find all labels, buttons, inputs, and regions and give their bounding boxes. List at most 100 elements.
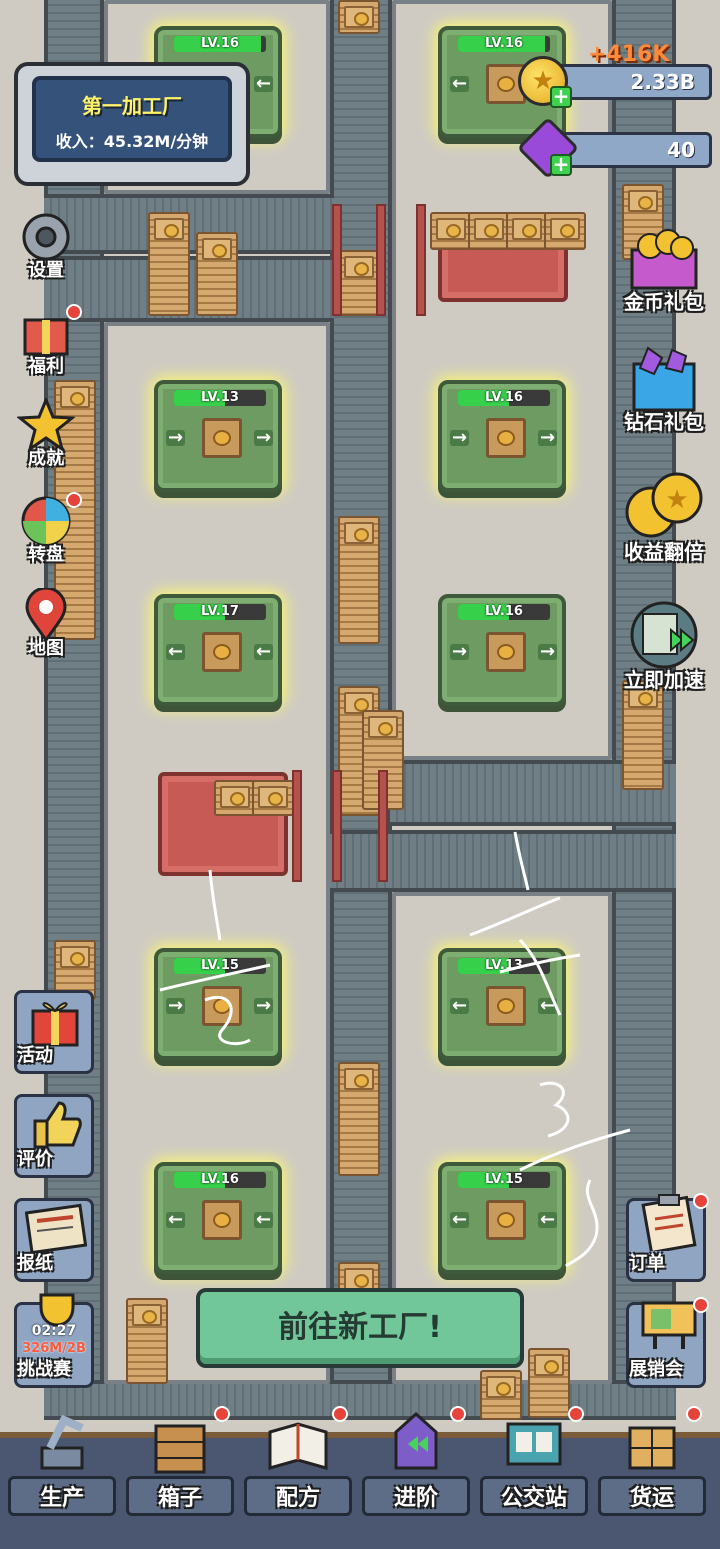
add-gems-button[interactable]: + bbox=[550, 154, 572, 176]
coin-pack-button[interactable]: 金币礼包 bbox=[612, 228, 716, 315]
nav-label: 进阶 bbox=[393, 1486, 438, 1511]
rate-label: 评价 bbox=[17, 1149, 53, 1170]
achievement-button[interactable]: 成就 bbox=[6, 396, 86, 470]
recipe-book-icon bbox=[268, 1422, 328, 1470]
gem-amount: 40 bbox=[667, 138, 695, 162]
double-income-button[interactable]: ★ 收益翻倍 bbox=[612, 468, 716, 565]
arrow-right-icon: → bbox=[450, 641, 470, 662]
arrow-right-icon: → bbox=[254, 427, 274, 448]
factory-name: 第一加工厂 bbox=[82, 94, 182, 118]
crate-stack[interactable] bbox=[126, 1298, 168, 1384]
level-bar: LV.16 bbox=[458, 604, 550, 620]
robot-arm-icon bbox=[40, 1414, 84, 1470]
crate-icon bbox=[154, 1424, 206, 1474]
nav-tab-0[interactable]: 生产 bbox=[4, 1400, 120, 1540]
machine-product bbox=[202, 986, 242, 1026]
notification-dot bbox=[568, 1406, 584, 1422]
production-machine[interactable]: LV.15 → → bbox=[154, 948, 282, 1060]
arrow-left-icon: ← bbox=[254, 1209, 274, 1230]
svg-text:★: ★ bbox=[665, 485, 688, 515]
welfare-button[interactable]: 福利 bbox=[6, 304, 86, 378]
crate-stack[interactable] bbox=[338, 0, 380, 34]
newspaper-label: 报纸 bbox=[17, 1253, 53, 1274]
notification-dot bbox=[686, 1406, 702, 1422]
level-bar: LV.13 bbox=[174, 390, 266, 406]
factory-info-panel[interactable]: 第一加工厂 收入：45.32M/分钟 bbox=[14, 62, 250, 186]
machine-level: LV.16 bbox=[485, 604, 523, 619]
machine-product bbox=[202, 418, 242, 458]
gem-pack-button[interactable]: 钻石礼包 bbox=[612, 344, 716, 435]
add-coins-button[interactable]: + bbox=[550, 86, 572, 108]
machine-product bbox=[486, 418, 526, 458]
arrow-left-icon: ← bbox=[450, 995, 470, 1016]
pipe bbox=[332, 770, 342, 882]
go-new-factory-button[interactable]: 前往新工厂! bbox=[196, 1288, 524, 1368]
gem-chest-icon bbox=[624, 344, 704, 412]
pipe bbox=[332, 204, 342, 316]
upgrade-icon bbox=[394, 1411, 438, 1470]
speed-up-icon bbox=[621, 600, 707, 670]
crate-stack[interactable] bbox=[148, 212, 190, 316]
arrow-left-icon: ← bbox=[254, 641, 274, 662]
machine-level: LV.17 bbox=[201, 604, 239, 619]
production-machine[interactable]: LV.15 ← ← bbox=[438, 1162, 566, 1274]
crate-stack[interactable] bbox=[338, 516, 380, 644]
rate-button[interactable]: 评价 bbox=[14, 1094, 94, 1178]
orders-button[interactable]: 订单 bbox=[626, 1193, 709, 1282]
pipe bbox=[378, 770, 388, 882]
crate-stack[interactable] bbox=[622, 680, 664, 790]
billboard-icon bbox=[641, 1301, 697, 1349]
newspaper-button[interactable]: 报纸 bbox=[14, 1198, 94, 1282]
level-bar: LV.16 bbox=[174, 1172, 266, 1188]
crate-stack[interactable] bbox=[196, 232, 238, 316]
machine-level: LV.16 bbox=[485, 36, 523, 51]
challenge-button[interactable]: 02:27 326M/2B 挑战赛 bbox=[14, 1293, 94, 1388]
level-bar: LV.15 bbox=[458, 1172, 550, 1188]
machine-level: LV.15 bbox=[201, 958, 239, 973]
notification-dot bbox=[66, 304, 82, 320]
map-button[interactable]: 地图 bbox=[6, 586, 86, 660]
nav-tab-4[interactable]: 公交站 bbox=[476, 1400, 592, 1540]
gear-icon bbox=[17, 210, 75, 264]
wheel-button[interactable]: 转盘 bbox=[6, 492, 86, 566]
production-machine[interactable]: LV.13 → → bbox=[154, 380, 282, 492]
crate-stack[interactable] bbox=[338, 250, 380, 316]
production-machine[interactable]: LV.16 → → bbox=[438, 380, 566, 492]
expo-button[interactable]: 展销会 bbox=[626, 1297, 709, 1388]
pipe bbox=[416, 204, 426, 316]
production-machine[interactable]: LV.13 ← ← bbox=[438, 948, 566, 1060]
nav-tab-2[interactable]: 配方 bbox=[240, 1400, 356, 1540]
arrow-right-icon: → bbox=[450, 427, 470, 448]
arrow-left-icon: ← bbox=[450, 1209, 470, 1230]
arrow-left-icon: ← bbox=[538, 1209, 558, 1230]
level-bar: LV.16 bbox=[174, 36, 266, 52]
arrow-left-icon: ← bbox=[166, 1209, 186, 1230]
machine-product bbox=[486, 632, 526, 672]
orders-label: 订单 bbox=[629, 1253, 665, 1274]
combiner-input bbox=[468, 212, 510, 250]
nav-tab-3[interactable]: 进阶 bbox=[358, 1400, 474, 1540]
level-bar: LV.15 bbox=[174, 958, 266, 974]
factory-screen: 第一加工厂 收入：45.32M/分钟 bbox=[32, 76, 232, 162]
machine-product bbox=[202, 632, 242, 672]
nav-label: 公交站 bbox=[500, 1486, 567, 1511]
settings-button[interactable]: 设置 bbox=[6, 210, 86, 282]
notification-dot bbox=[693, 1297, 709, 1313]
nav-label: 配方 bbox=[275, 1486, 320, 1511]
event-button[interactable]: 活动 bbox=[14, 990, 94, 1074]
production-machine[interactable]: LV.16 ← ← bbox=[154, 1162, 282, 1274]
nav-tab-5[interactable]: 货运 bbox=[594, 1400, 710, 1540]
clipboard-icon bbox=[641, 1194, 697, 1251]
event-label: 活动 bbox=[17, 1045, 53, 1066]
crate-stack[interactable] bbox=[338, 1062, 380, 1176]
arrow-left-icon: ← bbox=[538, 995, 558, 1016]
production-machine[interactable]: LV.17 ← ← bbox=[154, 594, 282, 706]
coin-stack-icon: ★ bbox=[621, 468, 707, 542]
nav-tab-1[interactable]: 箱子 bbox=[122, 1400, 238, 1540]
combiner-input bbox=[544, 212, 586, 250]
coin-chest-icon bbox=[624, 228, 704, 292]
speed-up-button[interactable]: 立即加速 bbox=[612, 600, 716, 693]
thumbs-up-icon bbox=[33, 1101, 82, 1149]
machine-level: LV.13 bbox=[201, 390, 239, 405]
production-machine[interactable]: LV.16 → → bbox=[438, 594, 566, 706]
